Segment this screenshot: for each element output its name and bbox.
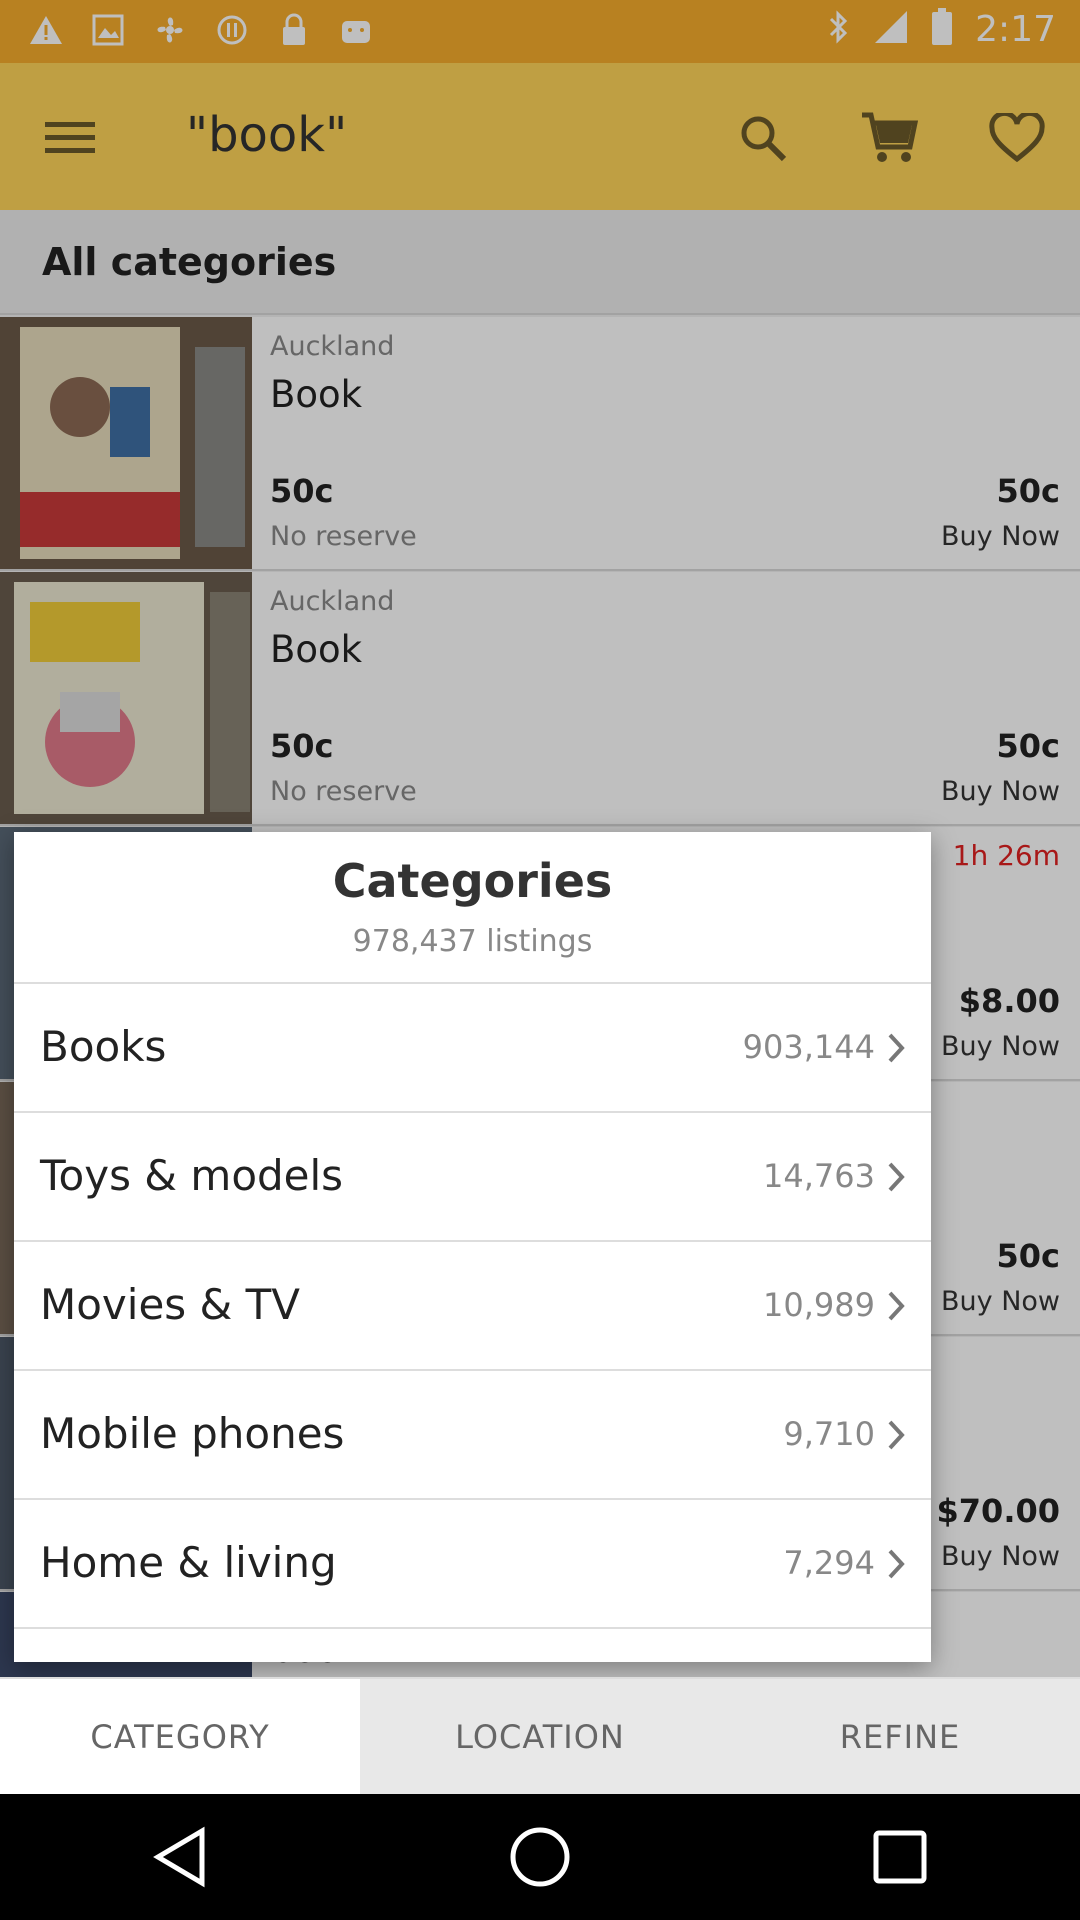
category-label: Movies & TV (40, 1280, 301, 1329)
status-bar: 2:17 (0, 0, 1080, 63)
listing-title: Book (270, 373, 363, 416)
lock-icon (274, 10, 314, 50)
heart-icon[interactable] (982, 103, 1052, 173)
buy-now-label: Buy Now (941, 1541, 1060, 1572)
section-header: All categories (0, 210, 1080, 315)
filter-tabs: CATEGORY LOCATION REFINE (0, 1677, 1080, 1794)
category-count: 9,710 (783, 1415, 875, 1453)
page-title: "book" (186, 107, 348, 163)
chevron-right-icon (881, 1030, 911, 1066)
tab-location[interactable]: LOCATION (360, 1679, 720, 1794)
category-count: 10,989 (763, 1286, 875, 1324)
android-icon (336, 10, 376, 50)
listing-location: Auckland (270, 331, 395, 362)
chevron-right-icon (881, 1159, 911, 1195)
fan-icon (150, 10, 190, 50)
clock: 2:17 (975, 8, 1056, 50)
battery-icon (931, 8, 953, 50)
category-label: Home & living (40, 1538, 337, 1587)
chevron-right-icon (881, 1417, 911, 1453)
tab-refine[interactable]: REFINE (720, 1679, 1080, 1794)
listing-thumbnail (0, 317, 252, 569)
category-count: 14,763 (763, 1157, 875, 1195)
category-label: Books (40, 1022, 167, 1071)
recents-icon[interactable] (860, 1817, 940, 1897)
dialog-subtitle: 978,437 listings (352, 924, 593, 959)
menu-icon[interactable] (40, 108, 100, 168)
tab-category[interactable]: CATEGORY (0, 1679, 360, 1794)
category-row-books[interactable]: Books 903,144 (14, 984, 931, 1113)
app-bar: "book" (0, 63, 1080, 210)
list-item[interactable]: Auckland Book 50c 50c No reserve Buy Now (0, 572, 1080, 826)
navigation-bar (0, 1794, 1080, 1920)
reserve-status: No reserve (270, 776, 417, 807)
current-bid: 50c (270, 472, 334, 510)
bluetooth-icon (827, 9, 851, 49)
section-header-label: All categories (42, 240, 337, 284)
listing-location: Auckland (270, 586, 395, 617)
back-icon[interactable] (140, 1817, 220, 1897)
category-label: Toys & models (40, 1151, 344, 1200)
category-row-toys-models[interactable]: Toys & models 14,763 (14, 1113, 931, 1242)
buy-now-label: Buy Now (941, 1286, 1060, 1317)
current-bid: 50c (270, 727, 334, 765)
category-count: 903,144 (742, 1028, 875, 1066)
buy-now-label: Buy Now (941, 521, 1060, 552)
buy-now-price: $70.00 (936, 1492, 1060, 1530)
category-row-movies-tv[interactable]: Movies & TV 10,989 (14, 1242, 931, 1371)
warning-icon (26, 10, 66, 50)
buy-now-price: $8.00 (958, 982, 1060, 1020)
listing-thumbnail (0, 572, 252, 824)
buy-now-price: 50c (996, 472, 1061, 510)
image-icon (88, 10, 128, 50)
cart-icon[interactable] (854, 103, 924, 173)
category-row-home-living[interactable]: Home & living 7,294 (14, 1500, 931, 1629)
search-icon[interactable] (728, 103, 798, 173)
buy-now-price: 50c (996, 727, 1061, 765)
time-remaining: 1h 26m (952, 839, 1060, 872)
chevron-right-icon (881, 1288, 911, 1324)
category-row-mobile-phones[interactable]: Mobile phones 9,710 (14, 1371, 931, 1500)
home-icon[interactable] (500, 1817, 580, 1897)
buy-now-price: 50c (996, 1237, 1061, 1275)
listing-title: Book (270, 628, 363, 671)
dialog-title: Categories (332, 854, 613, 908)
chevron-right-icon (881, 1546, 911, 1582)
category-count: 7,294 (783, 1544, 875, 1582)
signal-icon (873, 9, 909, 49)
reserve-status: No reserve (270, 521, 417, 552)
buy-now-label: Buy Now (941, 776, 1060, 807)
categories-dialog: Categories 978,437 listings Books 903,14… (14, 832, 931, 1662)
sync-icon (212, 10, 252, 50)
buy-now-label: Buy Now (941, 1031, 1060, 1062)
category-label: Mobile phones (40, 1409, 345, 1458)
list-item[interactable]: Auckland Book 50c 50c No reserve Buy Now (0, 317, 1080, 571)
